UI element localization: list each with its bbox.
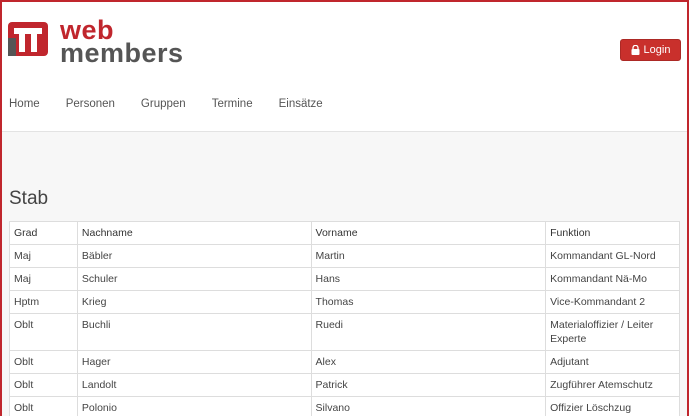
column-header-vorname[interactable]: Vorname <box>310 221 547 245</box>
cell-grad: Maj <box>9 267 78 291</box>
cell-funktion: Zugführer Atemschutz <box>545 373 680 397</box>
table-row[interactable]: Maj Bäbler Martin Kommandant GL-Nord <box>9 244 680 268</box>
table-row[interactable]: Oblt Polonio Silvano Offizier Löschzug <box>9 396 680 416</box>
cell-vorname: Ruedi <box>310 313 547 351</box>
table-row[interactable]: Oblt Buchli Ruedi Materialoffizier / Lei… <box>9 313 680 351</box>
cell-nachname: Hager <box>76 350 312 374</box>
cell-grad: Oblt <box>9 396 78 416</box>
cell-funktion: Kommandant GL-Nord <box>545 244 680 268</box>
table-row[interactable]: Oblt Landolt Patrick Zugführer Atemschut… <box>9 373 680 397</box>
cell-nachname: Landolt <box>76 373 312 397</box>
main-nav: Home Personen Gruppen Termine Einsätze <box>9 98 349 110</box>
table-row[interactable]: Oblt Hager Alex Adjutant <box>9 350 680 374</box>
lock-icon <box>631 45 640 55</box>
nav-item-personen[interactable]: Personen <box>66 98 115 110</box>
nav-item-gruppen[interactable]: Gruppen <box>141 98 186 110</box>
nav-item-termine[interactable]: Termine <box>212 98 253 110</box>
cell-funktion: Kommandant Nä-Mo <box>545 267 680 291</box>
app-frame: web members Login Home Personen Gruppen … <box>0 0 689 416</box>
column-header-funktion[interactable]: Funktion <box>545 221 680 245</box>
cell-funktion: Offizier Löschzug <box>545 396 680 416</box>
cell-grad: Oblt <box>9 373 78 397</box>
cell-nachname: Bäbler <box>76 244 312 268</box>
nav-item-einsaetze[interactable]: Einsätze <box>279 98 323 110</box>
cell-nachname: Schuler <box>76 267 312 291</box>
cell-nachname: Krieg <box>76 290 312 314</box>
column-header-grad[interactable]: Grad <box>9 221 78 245</box>
table-header-row: Grad Nachname Vorname Funktion <box>9 221 680 245</box>
logo-mark-icon <box>8 22 48 56</box>
logo[interactable]: web members <box>8 17 183 67</box>
login-label: Login <box>643 44 671 56</box>
cell-funktion: Vice-Kommandant 2 <box>545 290 680 314</box>
cell-vorname: Silvano <box>310 396 547 416</box>
column-header-nachname[interactable]: Nachname <box>76 221 312 245</box>
cell-nachname: Polonio <box>76 396 312 416</box>
cell-funktion: Materialoffizier / Leiter Experte <box>545 313 680 351</box>
cell-grad: Oblt <box>9 350 78 374</box>
page-title: Stab <box>9 188 49 209</box>
table-row[interactable]: Maj Schuler Hans Kommandant Nä-Mo <box>9 267 680 291</box>
header: web members Login Home Personen Gruppen … <box>2 2 687 132</box>
cell-vorname: Patrick <box>310 373 547 397</box>
cell-vorname: Martin <box>310 244 547 268</box>
cell-grad: Oblt <box>9 313 78 351</box>
staff-table: Grad Nachname Vorname Funktion Maj Bäble… <box>9 221 680 416</box>
nav-item-home[interactable]: Home <box>9 98 40 110</box>
cell-funktion: Adjutant <box>545 350 680 374</box>
cell-nachname: Buchli <box>76 313 312 351</box>
cell-vorname: Thomas <box>310 290 547 314</box>
cell-vorname: Hans <box>310 267 547 291</box>
cell-grad: Hptm <box>9 290 78 314</box>
login-button[interactable]: Login <box>620 39 681 61</box>
table-row[interactable]: Hptm Krieg Thomas Vice-Kommandant 2 <box>9 290 680 314</box>
cell-vorname: Alex <box>310 350 547 374</box>
logo-word-members: members <box>60 38 184 68</box>
cell-grad: Maj <box>9 244 78 268</box>
